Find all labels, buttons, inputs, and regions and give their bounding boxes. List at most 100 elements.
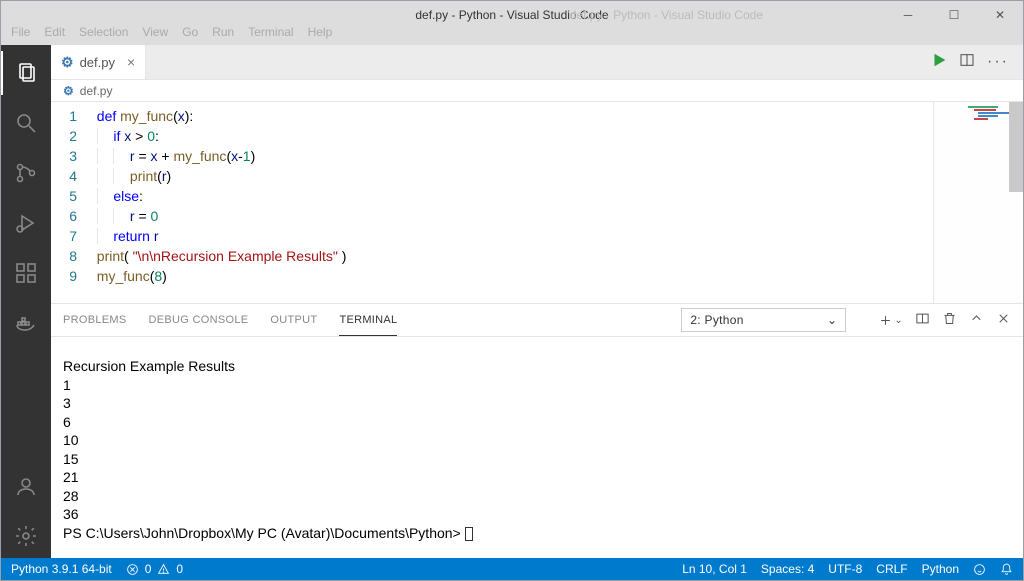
status-encoding[interactable]: UTF-8 <box>828 562 862 576</box>
line-number: 6 <box>51 206 89 226</box>
line-number: 5 <box>51 186 89 206</box>
tab-label: def.py <box>80 55 115 70</box>
menu-selection[interactable]: Selection <box>79 25 128 39</box>
chevron-down-icon: ⌄ <box>827 313 837 327</box>
code-line[interactable]: 7 return r <box>51 226 933 246</box>
status-problems[interactable]: 0 0 <box>126 562 183 576</box>
editor-area: 1 def my_func(x):2 if x > 0:3 r = x + my… <box>51 102 1023 303</box>
accounts-icon[interactable] <box>1 464 51 508</box>
status-bar: Python 3.9.1 64-bit 0 0 Ln 10, Col 1 Spa… <box>1 558 1023 580</box>
menu-view[interactable]: View <box>142 25 168 39</box>
minimap-slider[interactable] <box>1009 102 1023 192</box>
panel-tab-output[interactable]: OUTPUT <box>270 304 317 336</box>
chevron-down-icon[interactable]: ⌄ <box>894 315 903 326</box>
code-line[interactable]: 8 print( "\n\nRecursion Example Results"… <box>51 246 933 266</box>
terminal-output[interactable]: Recursion Example Results1361015212836PS… <box>51 337 1023 558</box>
terminal-line: 21 <box>63 468 1023 487</box>
menu-run[interactable]: Run <box>212 25 234 39</box>
more-actions-icon[interactable]: ··· <box>987 53 1009 71</box>
status-language[interactable]: Python <box>922 562 959 576</box>
panel-tab-debug-console[interactable]: DEBUG CONSOLE <box>149 304 249 336</box>
split-editor-icon[interactable] <box>959 52 975 73</box>
menubar: File Edit Selection View Go Run Terminal… <box>1 29 1023 45</box>
status-cursor[interactable]: Ln 10, Col 1 <box>682 562 747 576</box>
line-number: 9 <box>51 266 89 286</box>
editor-actions: ··· <box>931 45 1023 79</box>
line-number: 2 <box>51 126 89 146</box>
editor-group: ⚙ def.py × ··· ⚙ def.py <box>51 45 1023 558</box>
terminal-cursor <box>465 527 473 541</box>
terminal-line: 15 <box>63 450 1023 469</box>
maximize-panel-icon[interactable] <box>969 311 984 329</box>
menu-file[interactable]: File <box>11 25 30 39</box>
close-tab-icon[interactable]: × <box>127 54 135 70</box>
code-line[interactable]: 6 r = 0 <box>51 206 933 226</box>
new-terminal-button[interactable]: ⌄ <box>878 313 903 328</box>
menu-help[interactable]: Help <box>308 25 333 39</box>
run-debug-icon[interactable] <box>1 201 51 245</box>
terminal-prompt[interactable]: PS C:\Users\John\Dropbox\My PC (Avatar)\… <box>63 524 1023 543</box>
code-line[interactable]: 5 else: <box>51 186 933 206</box>
search-icon[interactable] <box>1 101 51 145</box>
maximize-button[interactable]: ☐ <box>931 1 977 29</box>
python-icon: ⚙ <box>61 54 74 71</box>
code-line[interactable]: 2 if x > 0: <box>51 126 933 146</box>
tab-def-py[interactable]: ⚙ def.py × <box>51 45 146 79</box>
minimap[interactable] <box>933 102 1023 303</box>
tabs-row: ⚙ def.py × ··· <box>51 45 1023 80</box>
terminal-selector-label: 2: Python <box>690 313 743 327</box>
terminal-line: 10 <box>63 431 1023 450</box>
terminal-line: 1 <box>63 376 1023 395</box>
terminal-selector[interactable]: 2: Python ⌄ <box>681 308 846 332</box>
code-line[interactable]: 9 my_func(8) <box>51 266 933 286</box>
terminal-line: Recursion Example Results <box>63 357 1023 376</box>
minimap-code-preview <box>968 106 1008 126</box>
explorer-icon[interactable] <box>1 51 51 95</box>
menu-edit[interactable]: Edit <box>44 25 65 39</box>
close-window-button[interactable]: ✕ <box>977 1 1023 29</box>
main-area: ⚙ def.py × ··· ⚙ def.py <box>1 45 1023 558</box>
breadcrumb[interactable]: ⚙ def.py <box>51 80 1023 102</box>
extensions-icon[interactable] <box>1 251 51 295</box>
menu-go[interactable]: Go <box>182 25 198 39</box>
terminal-line: 3 <box>63 394 1023 413</box>
code-editor[interactable]: 1 def my_func(x):2 if x > 0:3 r = x + my… <box>51 102 933 303</box>
code-line[interactable]: 4 print(r) <box>51 166 933 186</box>
panel-tab-problems[interactable]: PROBLEMS <box>63 304 127 336</box>
kill-terminal-icon[interactable] <box>942 311 957 329</box>
terminal-line: 6 <box>63 413 1023 432</box>
status-feedback-icon[interactable] <box>973 563 986 576</box>
line-number: 7 <box>51 226 89 246</box>
docker-icon[interactable] <box>1 301 51 345</box>
status-notifications-icon[interactable] <box>1000 563 1013 576</box>
status-interpreter[interactable]: Python 3.9.1 64-bit <box>11 562 112 576</box>
menu-terminal[interactable]: Terminal <box>248 25 293 39</box>
source-control-icon[interactable] <box>1 151 51 195</box>
line-number: 1 <box>51 106 89 126</box>
activity-bar <box>1 45 51 558</box>
line-number: 4 <box>51 166 89 186</box>
line-number: 3 <box>51 146 89 166</box>
line-number: 8 <box>51 246 89 266</box>
settings-gear-icon[interactable] <box>1 514 51 558</box>
window-controls: ─ ☐ ✕ <box>885 1 1023 29</box>
run-file-icon[interactable] <box>931 52 947 73</box>
panel-tab-terminal[interactable]: TERMINAL <box>339 304 397 336</box>
split-terminal-icon[interactable] <box>915 311 930 329</box>
panel-tabs: PROBLEMS DEBUG CONSOLE OUTPUT TERMINAL 2… <box>51 304 1023 337</box>
close-panel-icon[interactable] <box>996 311 1011 329</box>
minimize-button[interactable]: ─ <box>885 1 931 29</box>
window-title-shadow: def.py - Python - Visual Studio Code <box>570 8 763 22</box>
error-icon <box>126 563 139 576</box>
terminal-line: 36 <box>63 505 1023 524</box>
code-line[interactable]: 1 def my_func(x): <box>51 106 933 126</box>
window-title: def.py - Python - Visual Studio Code <box>1 8 1023 22</box>
window-frame: def.py - Python - Visual Studio Code def… <box>0 0 1024 581</box>
status-eol[interactable]: CRLF <box>876 562 907 576</box>
status-indent[interactable]: Spaces: 4 <box>761 562 814 576</box>
breadcrumb-label: def.py <box>80 84 113 98</box>
panel: PROBLEMS DEBUG CONSOLE OUTPUT TERMINAL 2… <box>51 303 1023 558</box>
code-line[interactable]: 3 r = x + my_func(x-1) <box>51 146 933 166</box>
terminal-line: 28 <box>63 487 1023 506</box>
warning-icon <box>157 563 170 576</box>
